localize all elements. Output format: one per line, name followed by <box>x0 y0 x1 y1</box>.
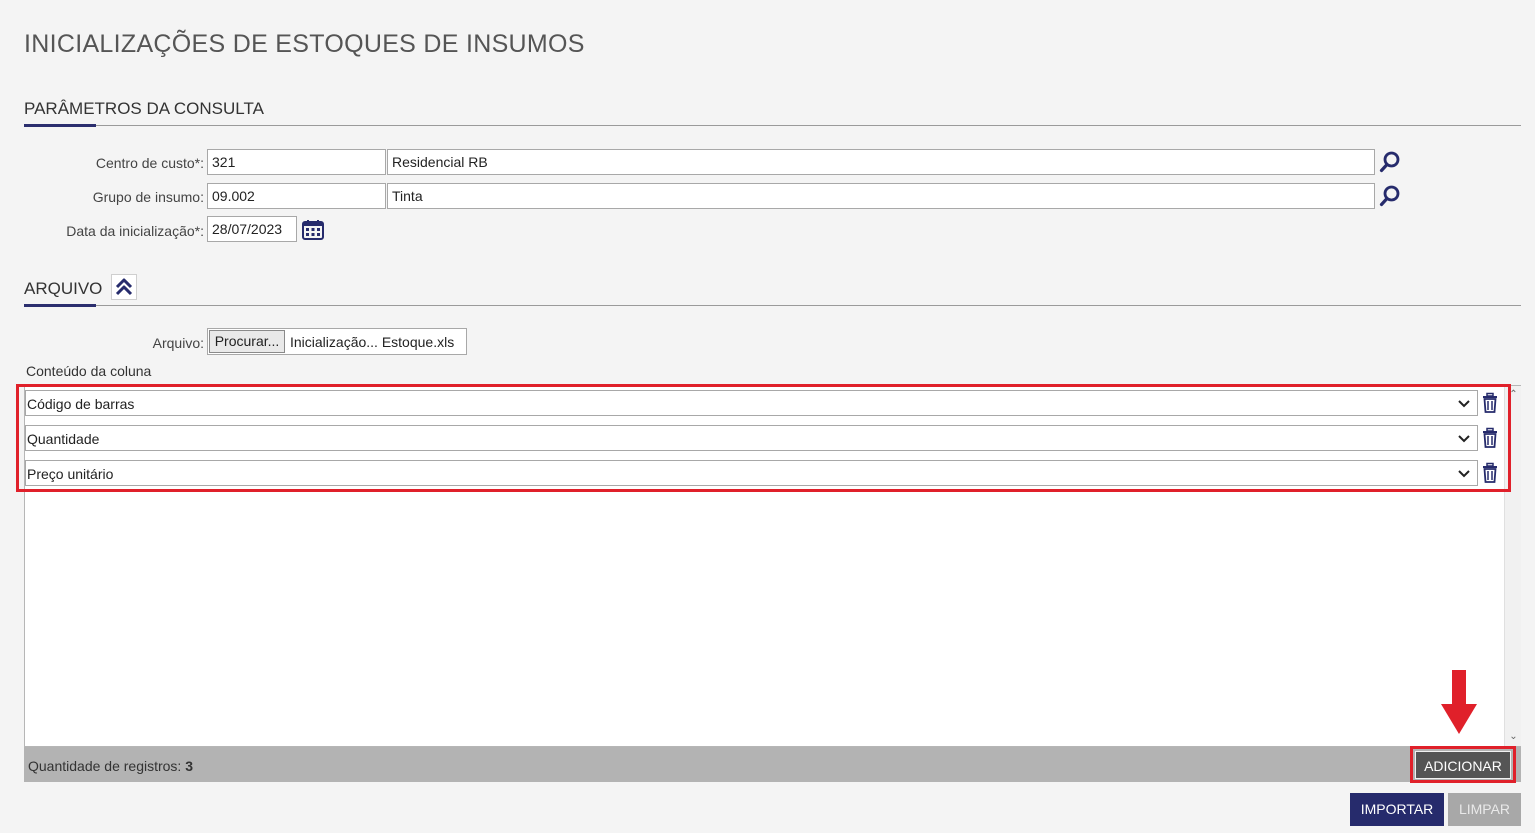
add-button[interactable]: ADICIONAR <box>1415 751 1511 779</box>
record-count: Quantidade de registros: 3 <box>28 758 193 774</box>
column-select-row: Código de barras <box>25 390 1480 416</box>
browse-button[interactable]: Procurar... <box>209 330 285 353</box>
column-select-value: Preço unitário <box>27 466 114 482</box>
red-arrow-down-icon <box>1441 670 1477 734</box>
record-count-value: 3 <box>185 758 194 774</box>
data-inicializacao-label: Data da inicialização*: <box>66 223 204 239</box>
page-title: INICIALIZAÇÕES DE ESTOQUES DE INSUMOS <box>24 30 585 58</box>
import-button[interactable]: IMPORTAR <box>1350 793 1444 826</box>
centro-custo-code-input[interactable]: 321 <box>207 149 386 175</box>
column-content-caption: Conteúdo da coluna <box>26 363 152 379</box>
section-underline <box>24 124 96 127</box>
chevron-down-icon <box>1458 470 1470 478</box>
centro-custo-label: Centro de custo*: <box>95 155 204 171</box>
grupo-insumo-name-input[interactable]: Tinta <box>387 183 1375 209</box>
params-section-header: PARÂMETROS DA CONSULTA <box>24 96 1521 127</box>
column-select-row: Preço unitário <box>25 460 1480 486</box>
records-footer-bar: Quantidade de registros: 3 <box>24 747 1521 782</box>
grupo-insumo-label: Grupo de insumo: <box>92 189 204 205</box>
trash-icon[interactable] <box>1480 462 1500 484</box>
file-name: Inicialização... Estoque.xls <box>290 334 455 350</box>
collapse-section-button[interactable] <box>111 274 137 300</box>
file-input[interactable]: Procurar... Inicialização... Estoque.xls <box>207 328 467 355</box>
trash-icon[interactable] <box>1480 392 1500 414</box>
centro-custo-name-input[interactable]: Residencial RB <box>387 149 1375 175</box>
scroll-down-icon[interactable]: ⌄ <box>1505 730 1522 744</box>
scroll-up-icon[interactable]: ⌃ <box>1505 388 1522 402</box>
record-count-label: Quantidade de registros: <box>28 758 182 774</box>
double-chevron-up-icon <box>115 278 133 296</box>
chevron-down-icon <box>1458 400 1470 408</box>
column-select-row: Quantidade <box>25 425 1480 451</box>
search-icon[interactable] <box>1377 183 1403 209</box>
arquivo-section-header: ARQUIVO <box>24 276 1521 307</box>
arquivo-section-title: ARQUIVO <box>24 279 103 298</box>
column-select[interactable]: Preço unitário <box>25 460 1478 486</box>
calendar-icon[interactable] <box>300 217 326 243</box>
chevron-down-icon <box>1458 435 1470 443</box>
clear-button[interactable]: LIMPAR <box>1448 793 1521 826</box>
vertical-scrollbar[interactable]: ⌃ ⌄ <box>1504 386 1521 746</box>
column-select[interactable]: Quantidade <box>25 425 1478 451</box>
arquivo-label: Arquivo: <box>152 335 204 351</box>
params-section-title: PARÂMETROS DA CONSULTA <box>24 99 264 118</box>
column-select-value: Quantidade <box>27 431 100 447</box>
column-select[interactable]: Código de barras <box>25 390 1478 416</box>
trash-icon[interactable] <box>1480 427 1500 449</box>
section-underline <box>24 304 96 307</box>
data-inicializacao-input[interactable]: 28/07/2023 <box>207 216 297 242</box>
search-icon[interactable] <box>1377 149 1403 175</box>
column-select-value: Código de barras <box>27 396 135 412</box>
grupo-insumo-code-input[interactable]: 09.002 <box>207 183 386 209</box>
